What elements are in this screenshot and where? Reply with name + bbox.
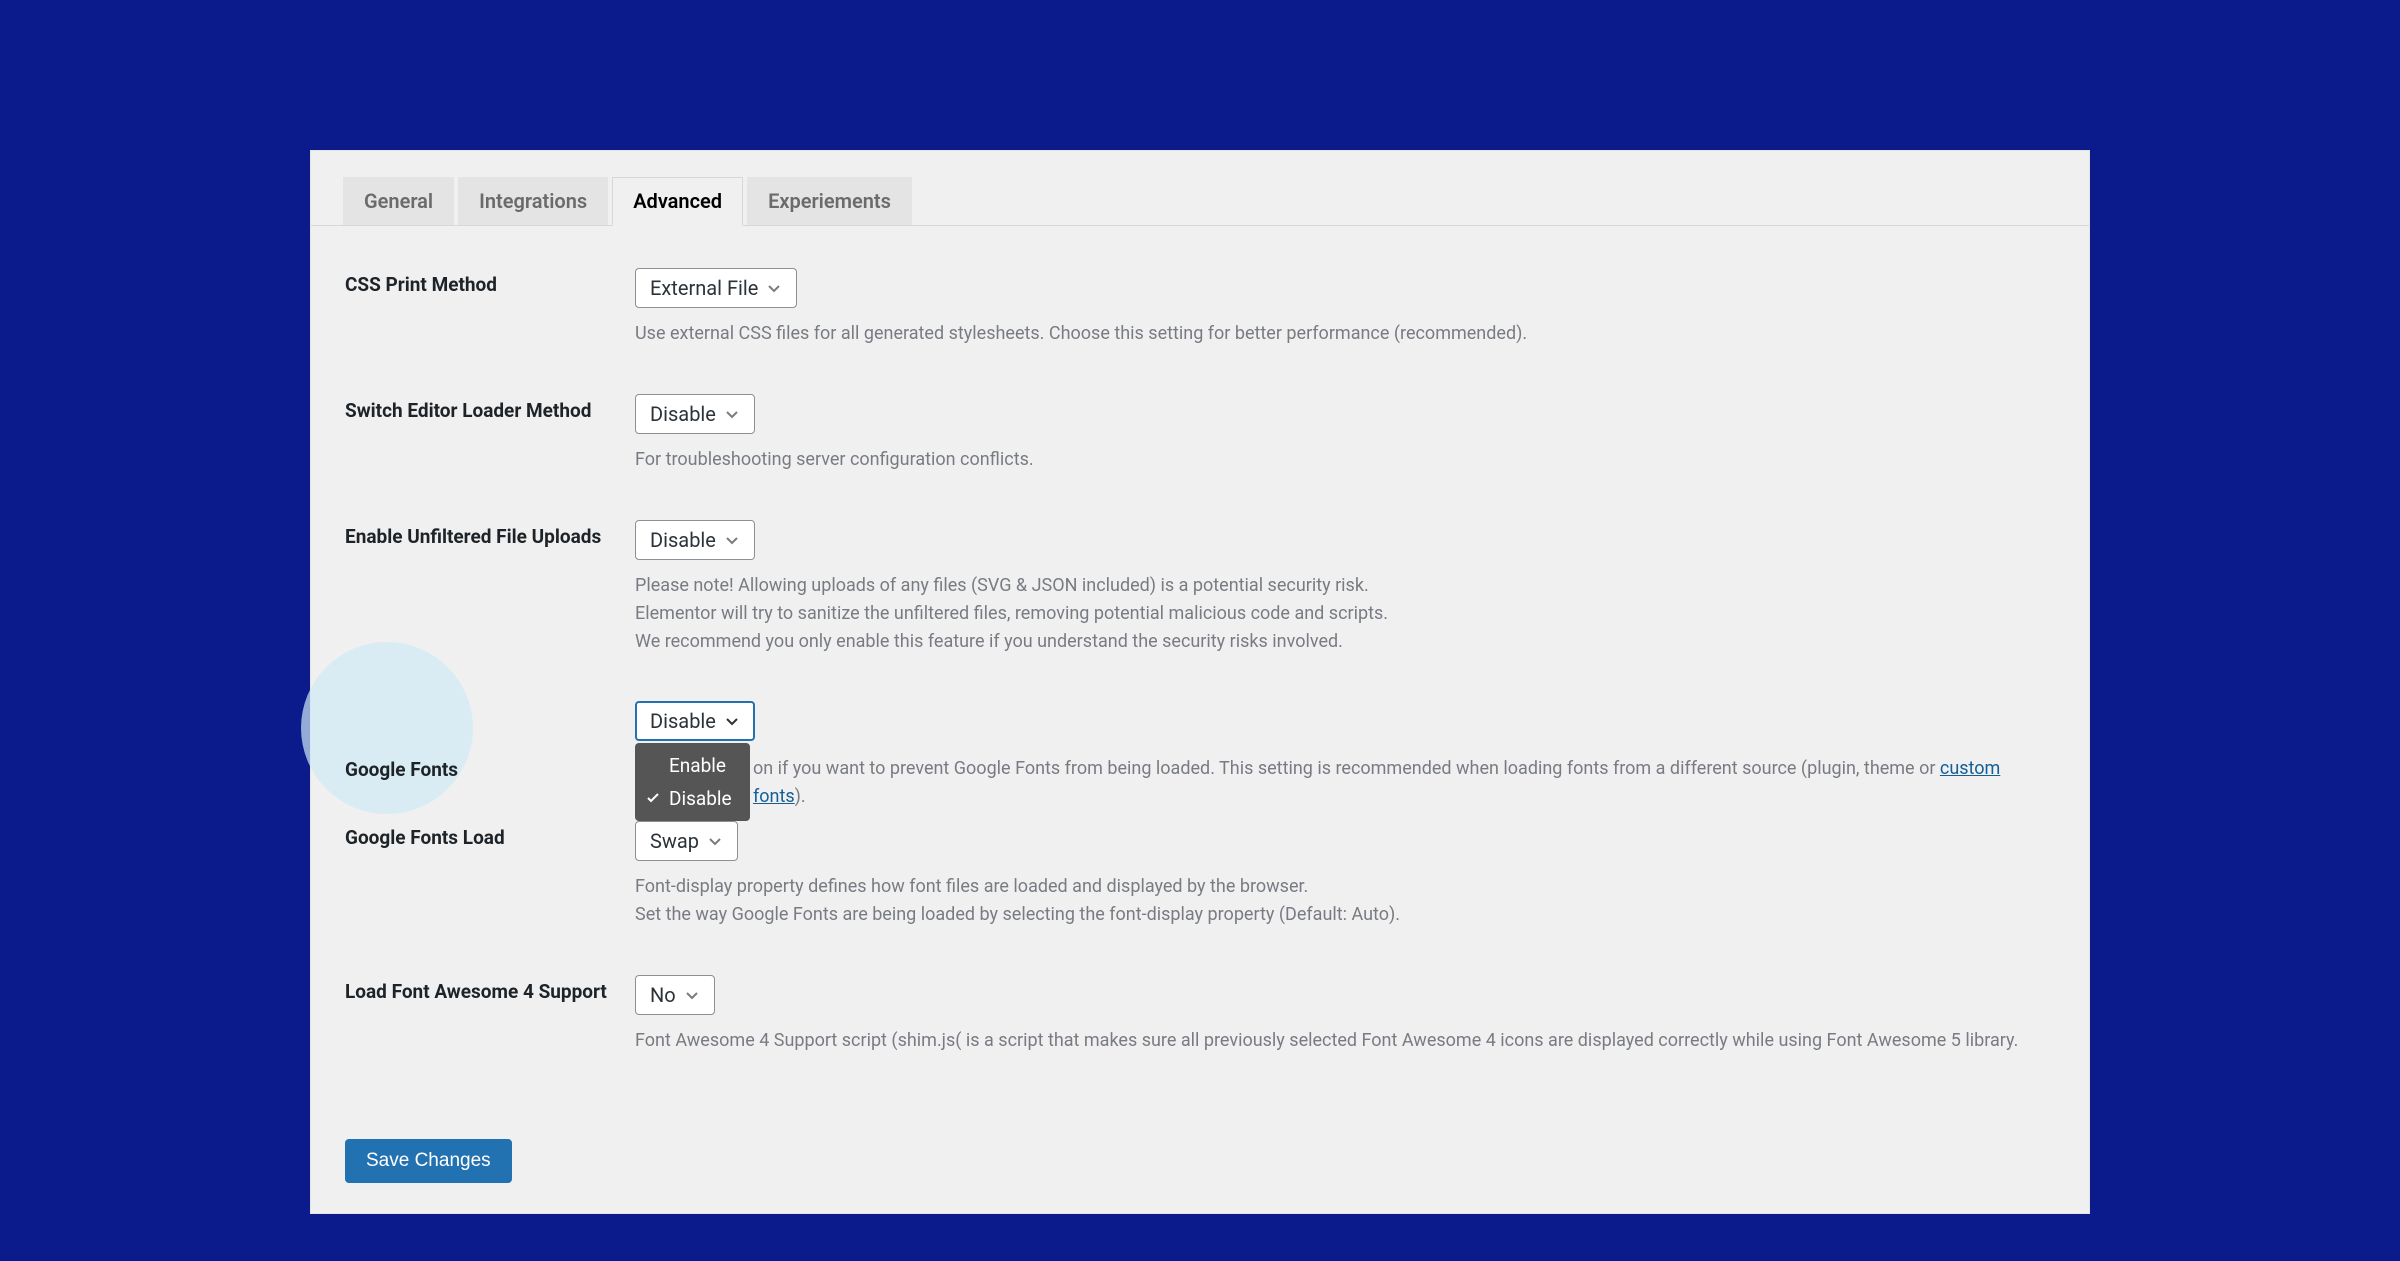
select-value: Disable xyxy=(650,402,716,426)
tab-experiments[interactable]: Experiements xyxy=(747,177,912,225)
settings-panel: General Integrations Advanced Experiemen… xyxy=(310,150,2090,1214)
row-switch-editor: Switch Editor Loader Method Disable For … xyxy=(345,394,2055,474)
label-fa4-support: Load Font Awesome 4 Support xyxy=(345,975,615,1005)
chevron-down-icon xyxy=(724,713,740,729)
desc-css-print-method: Use external CSS files for all generated… xyxy=(635,320,2055,348)
label-google-fonts: Google Fonts xyxy=(345,701,615,783)
desc-google-fonts: on if you want to prevent Google Fonts f… xyxy=(753,755,2055,811)
save-changes-button[interactable]: Save Changes xyxy=(345,1139,512,1183)
settings-form: CSS Print Method External File Use exter… xyxy=(311,226,2089,1055)
select-css-print-method[interactable]: External File xyxy=(635,268,797,308)
chevron-down-icon xyxy=(707,833,723,849)
row-fa4-support: Load Font Awesome 4 Support No Font Awes… xyxy=(345,975,2055,1055)
label-switch-editor: Switch Editor Loader Method xyxy=(345,394,615,424)
label-google-fonts-load: Google Fonts Load xyxy=(345,821,615,851)
chevron-down-icon xyxy=(766,280,782,296)
chevron-down-icon xyxy=(724,406,740,422)
select-value: No xyxy=(650,983,676,1007)
option-disable[interactable]: Disable xyxy=(635,782,750,815)
tab-advanced[interactable]: Advanced xyxy=(612,177,743,226)
tab-bar: General Integrations Advanced Experiemen… xyxy=(311,151,2089,226)
desc-unfiltered-uploads: Please note! Allowing uploads of any fil… xyxy=(635,572,2055,656)
select-google-fonts-load[interactable]: Swap xyxy=(635,821,738,861)
row-google-fonts-load: Google Fonts Load Swap Font-display prop… xyxy=(345,821,2055,929)
dropdown-google-fonts: Enable Disable xyxy=(635,743,750,821)
select-google-fonts[interactable]: Disable xyxy=(635,701,755,741)
option-enable[interactable]: Enable xyxy=(635,749,750,782)
row-css-print-method: CSS Print Method External File Use exter… xyxy=(345,268,2055,348)
desc-switch-editor: For troubleshooting server configuration… xyxy=(635,446,2055,474)
label-unfiltered-uploads: Enable Unfiltered File Uploads xyxy=(345,520,615,550)
select-value: External File xyxy=(650,276,758,300)
tab-integrations[interactable]: Integrations xyxy=(458,177,608,225)
desc-fa4-support: Font Awesome 4 Support script (shim.js( … xyxy=(635,1027,2055,1055)
check-icon xyxy=(645,788,661,811)
select-fa4-support[interactable]: No xyxy=(635,975,715,1015)
chevron-down-icon xyxy=(724,532,740,548)
select-value: Disable xyxy=(650,709,716,733)
label-css-print-method: CSS Print Method xyxy=(345,268,615,298)
select-value: Disable xyxy=(650,528,716,552)
tab-general[interactable]: General xyxy=(343,177,454,225)
select-value: Swap xyxy=(650,829,699,853)
select-unfiltered-uploads[interactable]: Disable xyxy=(635,520,755,560)
row-google-fonts: Google Fonts Disable Enable Disable xyxy=(345,701,2055,811)
select-switch-editor[interactable]: Disable xyxy=(635,394,755,434)
row-unfiltered-uploads: Enable Unfiltered File Uploads Disable P… xyxy=(345,520,2055,656)
desc-google-fonts-load: Font-display property defines how font f… xyxy=(635,873,2055,929)
chevron-down-icon xyxy=(684,987,700,1003)
